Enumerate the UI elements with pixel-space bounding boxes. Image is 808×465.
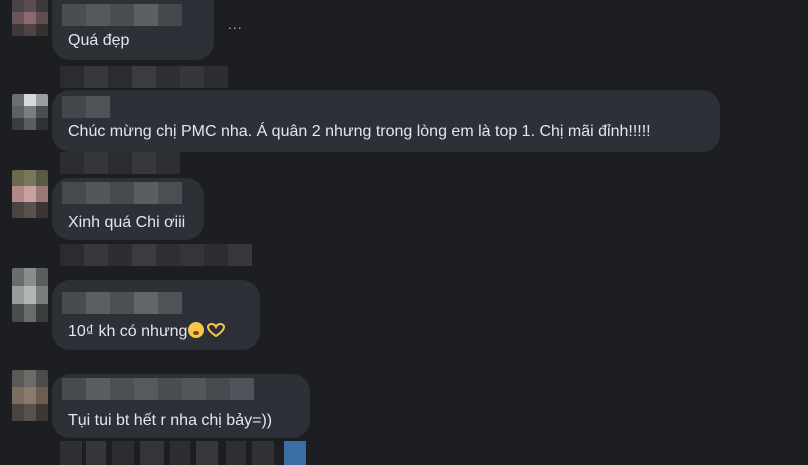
- avatar[interactable]: [12, 370, 48, 422]
- avatar[interactable]: [12, 0, 48, 44]
- comment-bubble: Tụi tui bt hết r nha chị bảy=)): [52, 374, 310, 438]
- comment-text: Xinh quá Chi ơiii: [68, 214, 186, 231]
- comment-text: 10₫ kh có nhưng: [68, 322, 226, 341]
- blue-square: [284, 441, 306, 465]
- author-name-blurred[interactable]: [62, 378, 254, 400]
- comment-text: Chúc mừng chị PMC nha. Á quân 2 nhưng tr…: [68, 123, 651, 140]
- comment-text: Quá đẹp: [68, 32, 130, 49]
- thinking-face-icon: [188, 322, 205, 338]
- comment-bubble: Chúc mừng chị PMC nha. Á quân 2 nhưng tr…: [52, 90, 720, 152]
- comment-bubble: Xinh quá Chi ơiii: [52, 178, 204, 240]
- comment-text-label: 10₫ kh có nhưng: [68, 323, 188, 340]
- blurred-next-comment: [0, 441, 808, 465]
- avatar[interactable]: [12, 268, 48, 322]
- blurred-header: [60, 66, 228, 88]
- author-name-blurred[interactable]: [62, 292, 182, 314]
- author-name-blurred[interactable]: [62, 182, 182, 204]
- blurred-header: [60, 244, 252, 266]
- comment-bubble: Quá đẹp: [52, 0, 214, 60]
- author-name-blurred[interactable]: [62, 96, 110, 118]
- avatar[interactable]: [12, 170, 48, 218]
- comment-text: Tụi tui bt hết r nha chị bảy=)): [68, 412, 273, 429]
- heart-hands-icon: [207, 323, 226, 337]
- blurred-header: [60, 152, 180, 174]
- comment-bubble: 10₫ kh có nhưng: [52, 280, 260, 350]
- avatar[interactable]: [12, 94, 48, 130]
- ellipsis-more-icon[interactable]: ...: [228, 16, 243, 32]
- author-name-blurred[interactable]: [62, 4, 182, 26]
